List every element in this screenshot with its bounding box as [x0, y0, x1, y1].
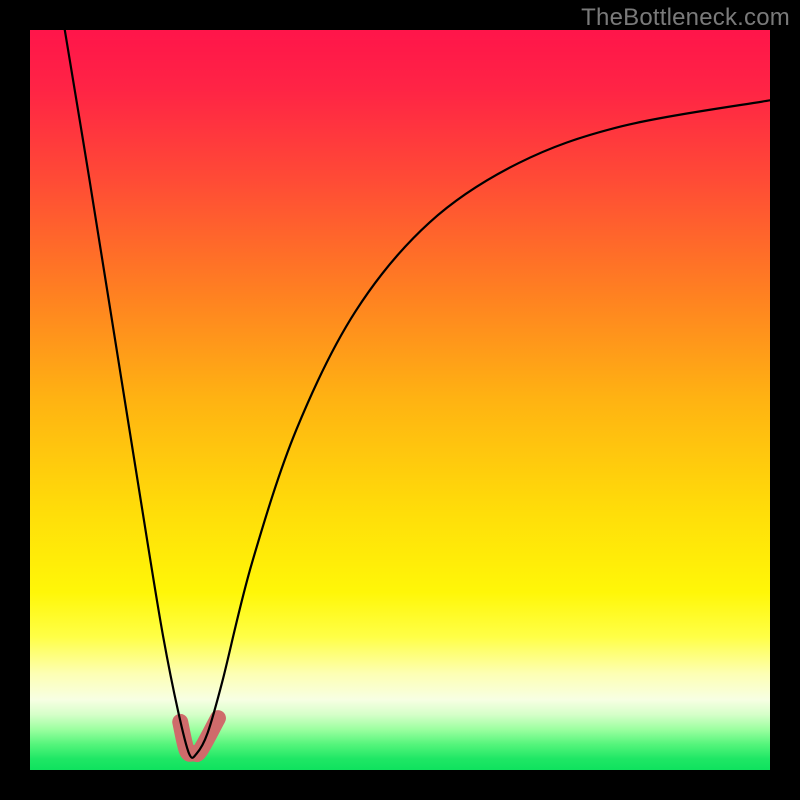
watermark-text: TheBottleneck.com — [581, 4, 790, 32]
chart-svg — [30, 30, 770, 770]
plot-area — [30, 30, 770, 770]
bottleneck-curve — [65, 30, 770, 758]
outer-frame: TheBottleneck.com — [0, 0, 800, 800]
